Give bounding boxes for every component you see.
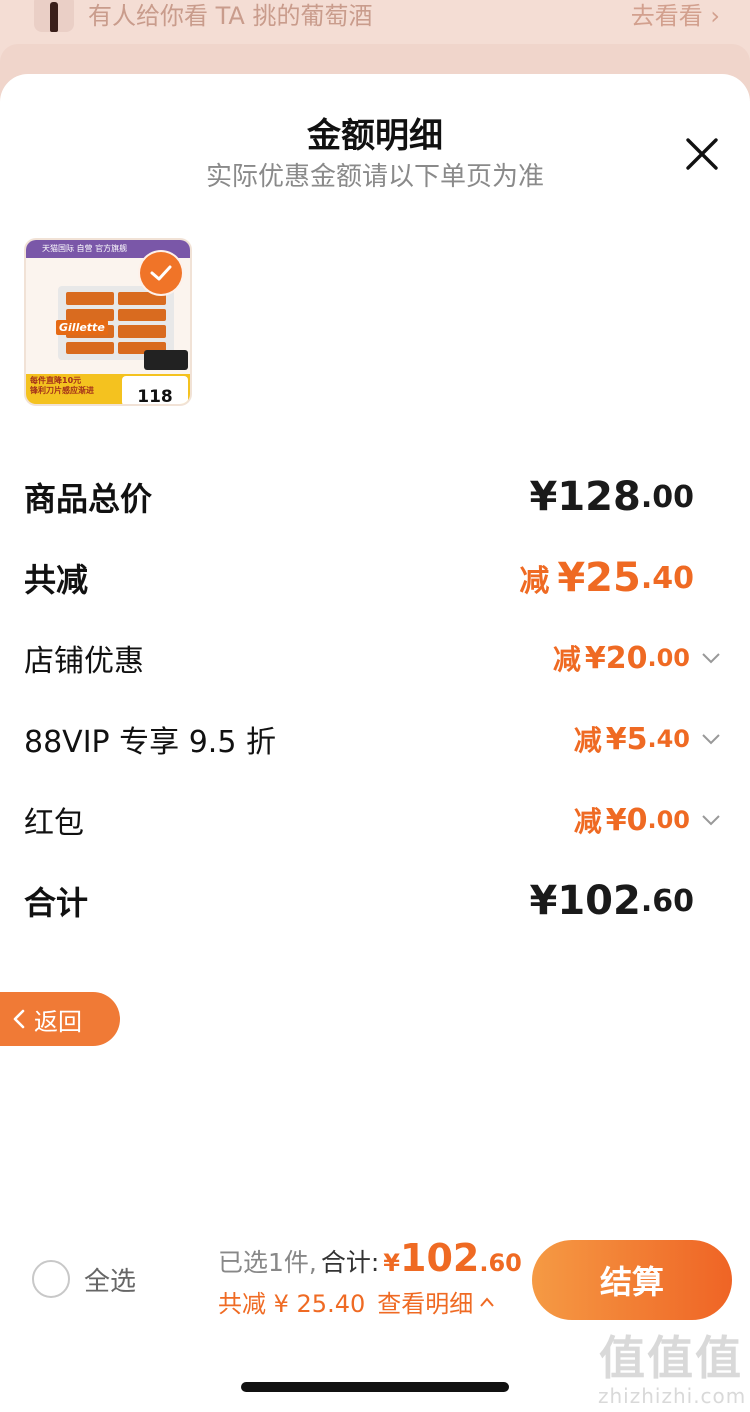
product-thumbnail[interactable]: 天猫国际 自营 官方旗舰 Gillette 每件直降10元 锋利刀片感应渐进 1…	[24, 238, 192, 406]
row-grand-total: 合计 ¥102.60	[24, 871, 728, 931]
promo-line-1: 每件直降10元	[30, 376, 82, 385]
summary-total-label: 合计:	[320, 1248, 380, 1277]
chevron-down-icon	[702, 815, 720, 826]
brand-logo: Gillette	[56, 320, 108, 335]
return-button[interactable]: 返回	[0, 992, 120, 1046]
grand-total-value: ¥102.60	[529, 878, 695, 924]
row-total-price: 商品总价 ¥128.00	[24, 467, 728, 527]
thumb-price-badge: 118	[122, 376, 188, 406]
checkout-button[interactable]: 结算	[532, 1240, 732, 1320]
wine-bottle-icon	[34, 0, 74, 32]
shop-discount-label: 店铺优惠	[24, 644, 144, 679]
thumb-promo-strip: 每件直降10元 锋利刀片感应渐进 118	[26, 374, 190, 406]
selected-count: 已选1件,	[218, 1248, 317, 1277]
shop-discount-value: 减 ¥20.00	[553, 638, 728, 678]
total-discount-label: 共减	[24, 561, 89, 599]
total-discount-value: 减 ¥25.40	[519, 555, 694, 601]
grand-total-label: 合计	[24, 884, 89, 922]
product-check-toggle[interactable]	[138, 250, 184, 296]
summary-yen: ¥	[383, 1249, 400, 1277]
row-shop-discount[interactable]: 店铺优惠 减 ¥20.00	[24, 628, 728, 688]
row-total-discount: 共减 减 ¥25.40	[24, 548, 728, 608]
gift-icon	[144, 350, 188, 370]
chevron-up-icon	[480, 1296, 494, 1307]
order-summary: 已选1件, 合计: ¥ 102 .60 共减 ¥ 25.40 查看明细	[218, 1236, 528, 1319]
summary-discount-line: 共减 ¥ 25.40 查看明细	[218, 1284, 528, 1319]
vip-discount-value: 减 ¥5.40	[574, 719, 728, 759]
total-price-value: ¥128.00	[529, 474, 695, 520]
summary-total-line: 已选1件, 合计: ¥ 102 .60	[218, 1236, 528, 1280]
thumb-promo-text: 每件直降10元 锋利刀片感应渐进	[30, 376, 94, 396]
watermark-logo: 值值值 zhizhizhi.com	[598, 1331, 747, 1408]
select-all-radio[interactable]	[32, 1260, 70, 1298]
total-price-label: 商品总价	[24, 480, 153, 518]
summary-total-dec: .60	[479, 1249, 522, 1277]
home-indicator	[241, 1382, 509, 1392]
summary-discount: 共减 ¥ 25.40	[218, 1290, 366, 1318]
banner-text: 有人给你看 TA 挑的葡萄酒	[88, 2, 373, 30]
red-packet-value: 减 ¥0.00	[574, 800, 728, 840]
background-banner: 有人给你看 TA 挑的葡萄酒 去看看 ›	[0, 0, 750, 34]
row-vip-discount[interactable]: 88VIP 专享 9.5 折 减 ¥5.40	[24, 709, 728, 769]
chevron-down-icon	[702, 734, 720, 745]
chevron-down-icon	[702, 653, 720, 664]
select-all-toggle[interactable]: 全选	[32, 1260, 136, 1298]
vip-discount-label: 88VIP 专享 9.5 折	[24, 725, 276, 760]
thumb-price: 118	[137, 387, 173, 406]
select-all-label: 全选	[84, 1266, 137, 1297]
red-packet-label: 红包	[24, 806, 84, 841]
row-red-packet[interactable]: 红包 减 ¥0.00	[24, 790, 728, 850]
view-detail-link[interactable]: 查看明细	[377, 1284, 495, 1319]
checkmark-icon	[150, 265, 172, 281]
summary-total-int: 102	[400, 1236, 480, 1280]
promo-line-2: 锋利刀片感应渐进	[30, 386, 94, 395]
sheet-title: 金额明细	[307, 116, 443, 156]
amount-detail-sheet: 金额明细 实际优惠金额请以下单页为准 天猫国际 自营 官方旗舰 Gillette…	[0, 74, 750, 1412]
chevron-left-icon	[13, 1009, 25, 1029]
return-label: 返回	[34, 1007, 82, 1036]
close-button[interactable]	[680, 132, 724, 176]
close-icon	[686, 138, 718, 170]
sheet-subtitle: 实际优惠金额请以下单页为准	[205, 162, 544, 192]
banner-link: 去看看 ›	[630, 2, 720, 30]
